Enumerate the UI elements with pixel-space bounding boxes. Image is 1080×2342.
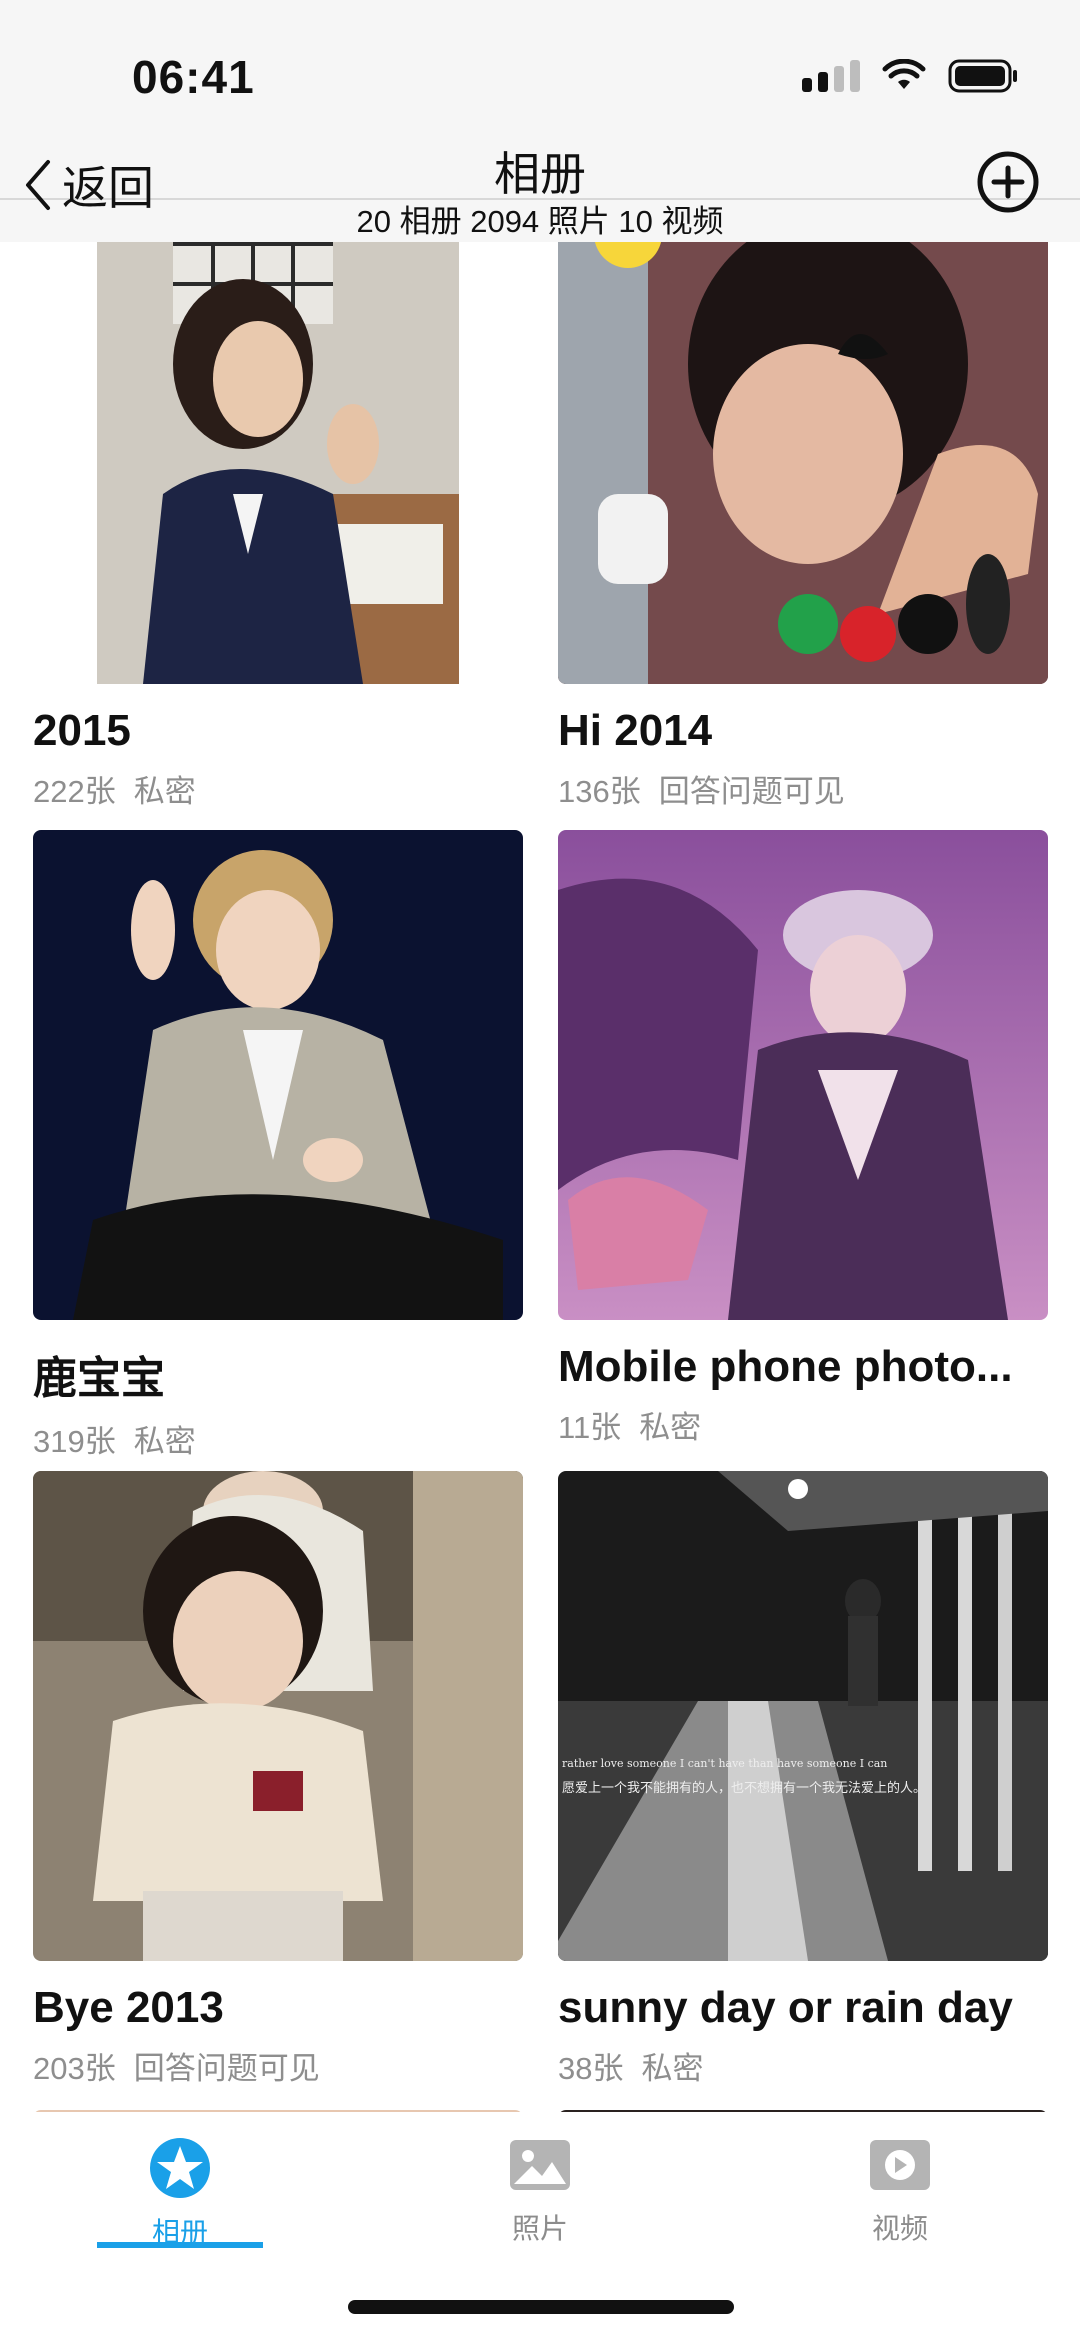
album-cover-image [33,1471,523,1961]
album-thumbnail [558,242,1048,684]
album-title: Hi 2014 [558,706,713,755]
wifi-icon [882,59,926,89]
album-cover-image [558,830,1048,1320]
tab-videos[interactable]: 视频 [800,2136,1000,2247]
album-title: 鹿宝宝 [33,1354,165,1403]
album-card[interactable]: rather love someone I can't have than ha… [558,1471,1048,2088]
album-cover-image [558,1471,1048,1961]
album-cover-image [97,242,459,684]
battery-icon [948,59,1017,93]
status-icons [802,58,1020,94]
album-card[interactable]: Bye 2013 203张 回答问题可见 [33,1471,523,2088]
album-privacy: 私密 [641,2051,704,2086]
album-card[interactable]: Hi 2014 136张 回答问题可见 [558,242,1048,811]
album-thumbnail: rather love someone I can't have than ha… [558,1471,1048,1961]
album-privacy: 回答问题可见 [658,774,845,809]
album-card[interactable]: 鹿宝宝 319张 私密 [33,830,523,1461]
album-meta: 38张 私密 [558,2043,1048,2088]
tab-albums[interactable]: 相册 [80,2136,280,2251]
album-card[interactable]: Mobile phone photo... 11张 私密 [558,830,1048,1447]
status-bar: 06:41 [0,0,1080,150]
album-title: Mobile phone photo... [558,1342,1013,1391]
album-title: Bye 2013 [33,1983,224,2032]
album-meta: 11张 私密 [558,1402,1048,1447]
album-privacy: 回答问题可见 [133,2051,320,2086]
album-privacy: 私密 [133,774,196,809]
album-photo-count: 203张 [33,2051,116,2086]
album-thumbnail [33,830,523,1320]
album-photo-count: 11张 [558,1410,622,1445]
photo-icon [510,2140,570,2190]
album-privacy: 私密 [133,1424,196,1459]
album-cover-image [558,242,1048,684]
status-time: 06:41 [132,51,255,103]
album-photo-count: 136张 [558,774,641,809]
tab-label: 视频 [871,2213,928,2244]
album-title: 2015 [33,706,131,755]
album-privacy: 私密 [639,1410,702,1445]
video-icon [870,2140,930,2190]
album-thumbnail [33,1471,523,1961]
add-album-button[interactable] [976,150,1040,214]
thumbnail-overlay-text-zh: 愿爱上一个我不能拥有的人，也不想拥有一个我无法爱上的人。 [562,1780,927,1795]
thumbnail-overlay-text-en: rather love someone I can't have than ha… [562,1757,888,1770]
active-tab-indicator [97,2242,263,2248]
album-photo-count: 319张 [33,1424,116,1459]
tab-photos[interactable]: 照片 [440,2136,640,2247]
album-meta: 136张 回答问题可见 [558,766,1048,811]
page-title: 相册 [494,148,586,200]
cellular-signal-icon [802,60,860,92]
album-cover-image [33,830,523,1320]
album-title: sunny day or rain day [558,1983,1013,2032]
home-indicator[interactable] [348,2300,734,2314]
album-thumbnail [558,830,1048,1320]
page-subtitle: 20 相册 2094 照片 10 视频 [356,204,724,239]
album-photo-count: 38张 [558,2051,624,2086]
album-meta: 319张 私密 [33,1416,523,1461]
album-thumbnail [33,242,523,684]
album-grid: 2015 222张 私密 Hi 2014 136张 回答问题可见 鹿宝宝 319… [0,242,1080,2112]
album-icon [150,2138,210,2198]
album-meta: 222张 私密 [33,766,523,811]
album-card[interactable]: 2015 222张 私密 [33,242,523,811]
album-meta: 203张 回答问题可见 [33,2043,523,2088]
album-photo-count: 222张 [33,774,116,809]
tab-label: 照片 [511,2213,568,2244]
